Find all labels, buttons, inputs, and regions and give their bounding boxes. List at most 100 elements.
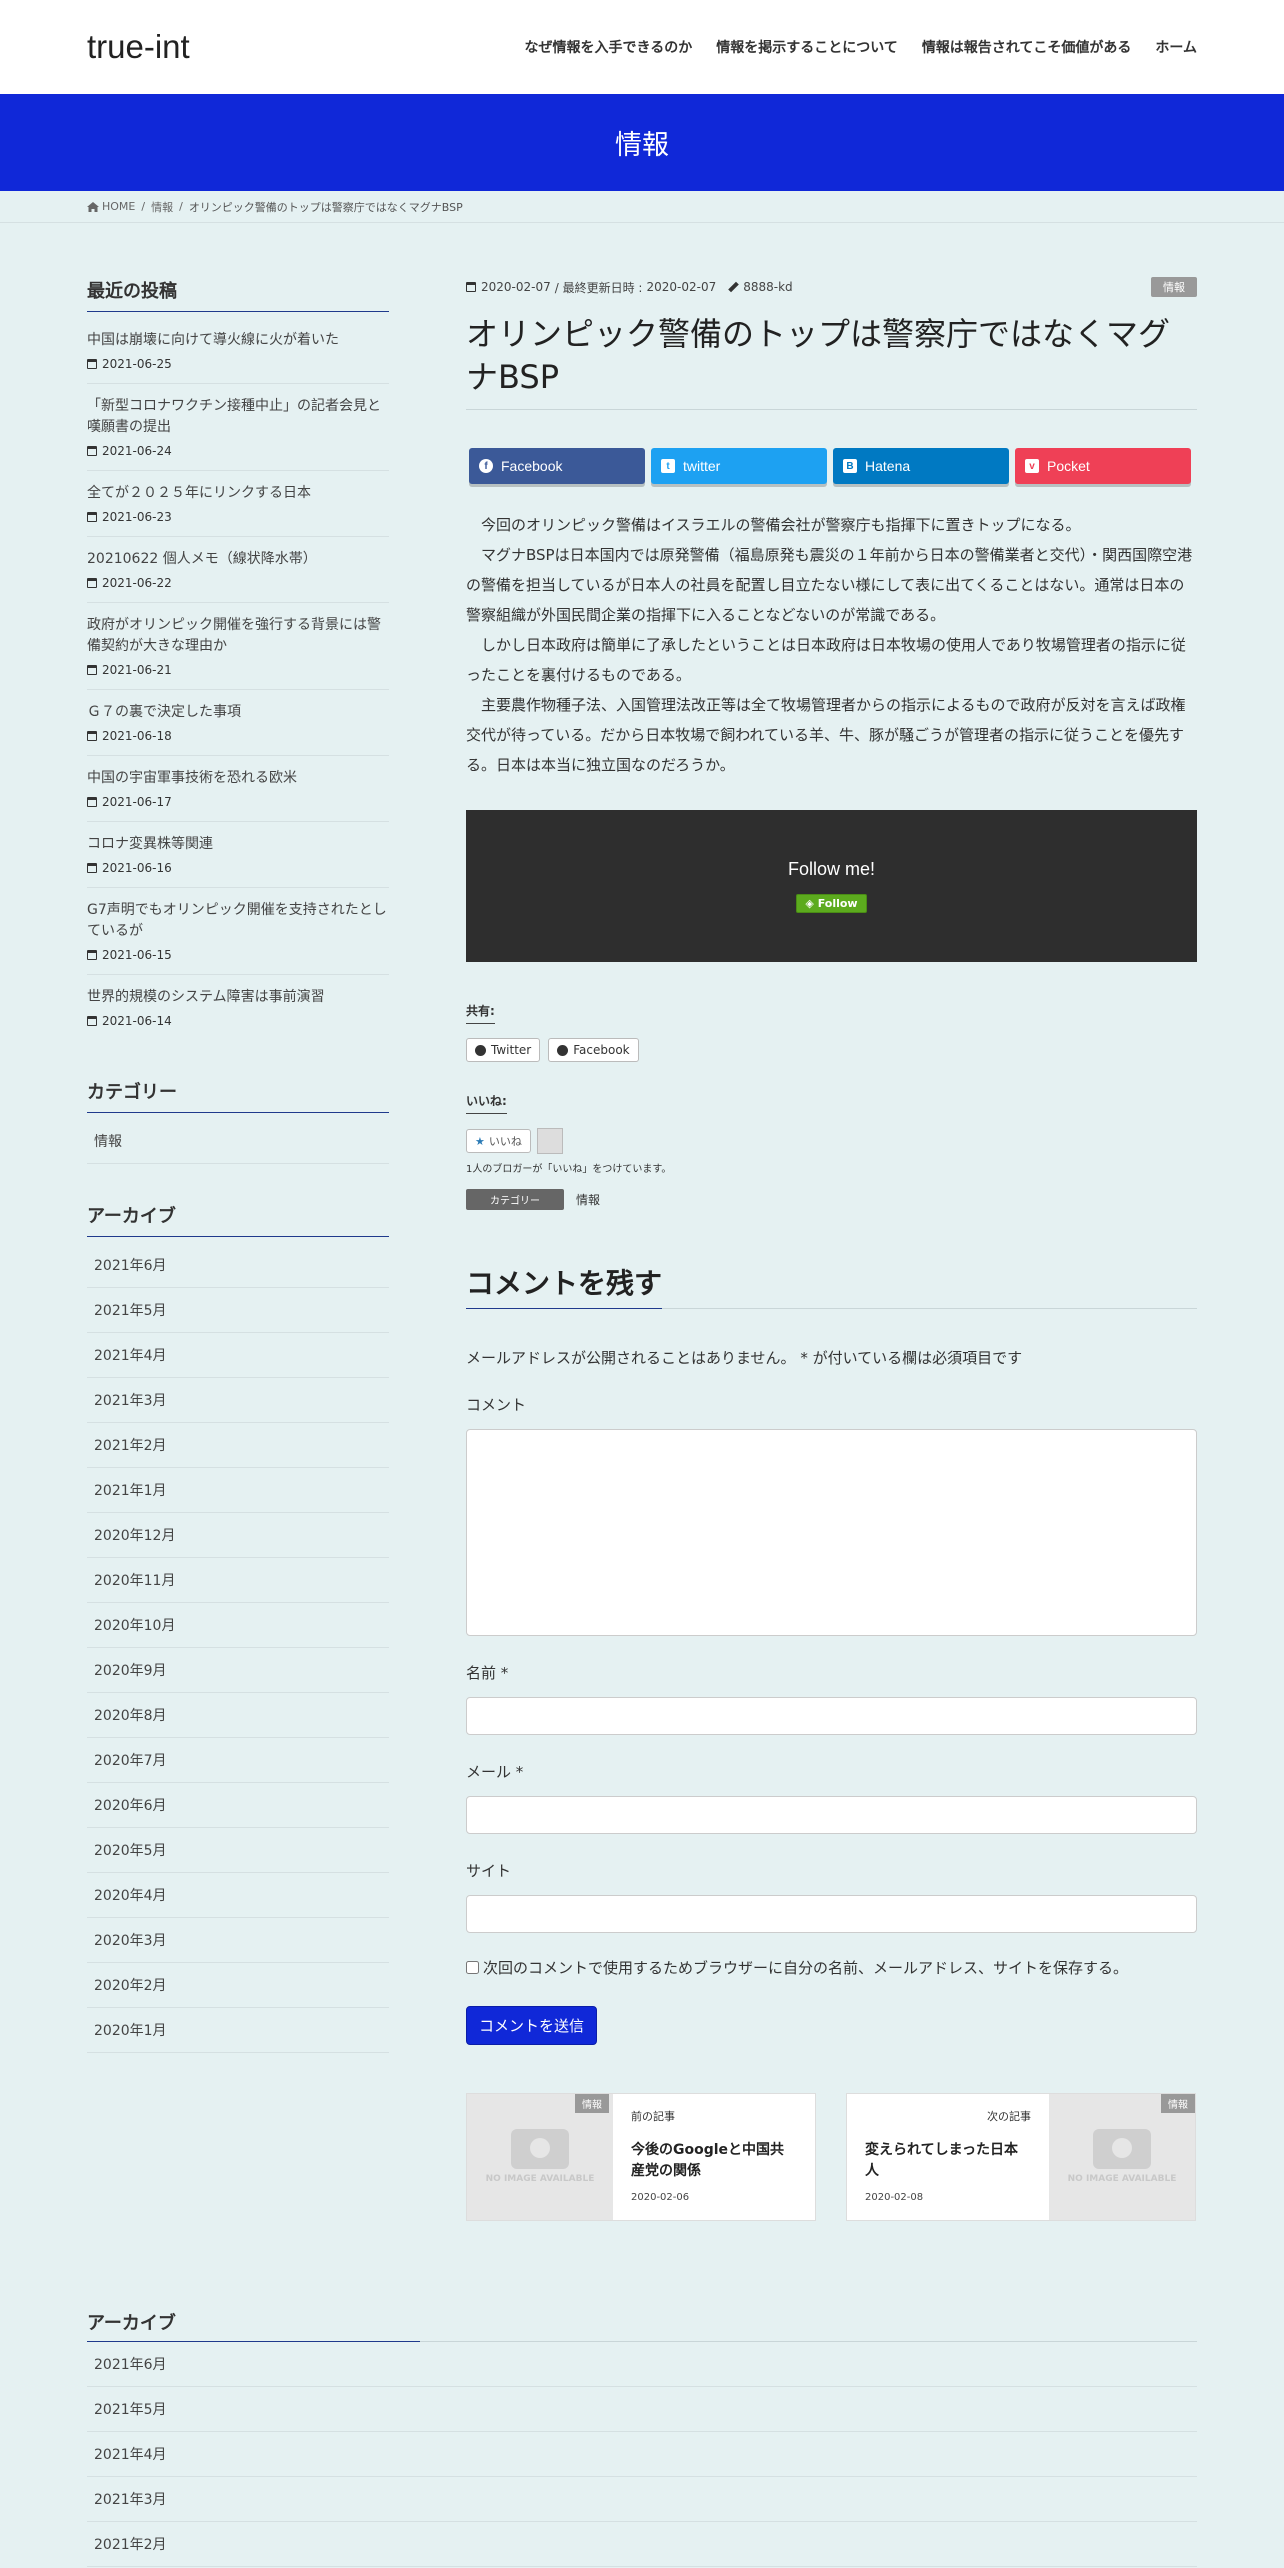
share-heading: 共有:: [466, 1002, 495, 1025]
calendar-icon: [87, 512, 97, 522]
site-logo[interactable]: true-int: [87, 28, 190, 66]
next-post-card[interactable]: 次の記事 変えられてしまった日本人 2020-02-08 NO IMAGE AV…: [846, 2093, 1196, 2222]
share-pocket-button[interactable]: v Pocket: [1015, 448, 1191, 485]
archive-link[interactable]: 2020年10月: [87, 1603, 389, 1648]
category-row-link[interactable]: 情報: [576, 1191, 600, 1208]
archive-link[interactable]: 2021年5月: [87, 1288, 389, 1333]
recent-post-link[interactable]: G7声明でもオリンピック開催を支持されたとしているが: [87, 902, 387, 939]
categories-title: カテゴリー: [87, 1078, 389, 1113]
categories-widget: カテゴリー 情報: [87, 1078, 389, 1164]
date-text: 2021-06-21: [102, 663, 172, 677]
avatar[interactable]: [536, 1128, 563, 1155]
archive-link[interactable]: 2021年6月: [87, 1243, 389, 1288]
date-text: 2021-06-14: [102, 1014, 172, 1028]
twitter-icon: t: [661, 459, 675, 474]
breadcrumb-category[interactable]: 情報: [151, 199, 173, 215]
nav-item-value[interactable]: 情報は報告されてこそ価値がある: [922, 37, 1132, 57]
body-paragraph: 今回のオリンピック警備はイスラエルの警備会社が警察庁も指揮下に置きトップになる。: [481, 516, 1081, 535]
prev-post-card[interactable]: NO IMAGE AVAILABLE 情報 前の記事 今後のGoogleと中国共…: [466, 2093, 816, 2222]
list-item[interactable]: 全てが２０２５年にリンクする日本 2021-06-23: [87, 471, 389, 537]
recent-post-link[interactable]: 中国の宇宙軍事技術を恐れる欧米: [87, 770, 297, 786]
archive-link[interactable]: 2020年11月: [87, 1558, 389, 1603]
archive-link[interactable]: 2020年8月: [87, 1693, 389, 1738]
like-note: 1人のブロガーが「いいね」をつけています。: [466, 1164, 672, 1176]
name-input[interactable]: [466, 1697, 1197, 1736]
comment-textarea[interactable]: [466, 1429, 1197, 1637]
archive-link[interactable]: 2021年3月: [87, 1378, 389, 1423]
list-item[interactable]: 20210622 個人メモ（線状降水帯） 2021-06-22: [87, 537, 389, 603]
list-item[interactable]: 中国の宇宙軍事技術を恐れる欧米 2021-06-17: [87, 756, 389, 822]
footer-archive-link[interactable]: 2021年6月: [87, 2342, 1197, 2388]
follow-button[interactable]: ◈ Follow: [796, 894, 867, 914]
archive-link[interactable]: 2020年1月: [87, 2008, 389, 2053]
sharedaddy-facebook-button[interactable]: Facebook: [548, 1038, 639, 1063]
archive-link[interactable]: 2020年3月: [87, 1918, 389, 1963]
list-item[interactable]: 「新型コロナワクチン接種中止」の記者会見と嘆願書の提出 2021-06-24: [87, 384, 389, 471]
share-hatena-button[interactable]: B Hatena: [833, 448, 1009, 485]
footer-archive-link[interactable]: 2021年2月: [87, 2522, 1197, 2568]
recent-post-link[interactable]: 中国は崩壊に向けて導火線に火が着いた: [87, 332, 339, 348]
list-item[interactable]: Ｇ７の裏で決定した事項 2021-06-18: [87, 690, 389, 756]
main-content: 2020-02-07 / 最終更新日時 : 2020-02-07 8888-kd…: [466, 277, 1197, 2222]
author-name[interactable]: 8888-kd: [743, 280, 792, 294]
footer-archive-link[interactable]: 2021年5月: [87, 2387, 1197, 2433]
global-nav: なぜ情報を入手できるのか 情報を掲示することについて 情報は報告されてこそ価値が…: [500, 37, 1197, 57]
calendar-icon: [87, 863, 97, 873]
site-header: true-int なぜ情報を入手できるのか 情報を掲示することについて 情報は報…: [0, 0, 1284, 94]
cookie-consent-checkbox[interactable]: [466, 1961, 479, 1975]
nav-item-why[interactable]: なぜ情報を入手できるのか: [524, 37, 692, 57]
archive-link[interactable]: 2020年12月: [87, 1513, 389, 1558]
footer-archive-link[interactable]: 2021年3月: [87, 2477, 1197, 2523]
recent-post-date: 2021-06-24: [87, 444, 389, 458]
date-text: 2021-06-17: [102, 795, 172, 809]
recent-post-link[interactable]: 「新型コロナワクチン接種中止」の記者会見と嘆願書の提出: [87, 398, 381, 435]
date-text: 2021-06-16: [102, 861, 172, 875]
category-link[interactable]: 情報: [87, 1119, 389, 1164]
share-facebook-button[interactable]: f Facebook: [469, 448, 645, 485]
entry-meta-left: 2020-02-07 / 最終更新日時 : 2020-02-07 8888-kd: [466, 279, 793, 296]
share-twitter-button[interactable]: t twitter: [651, 448, 827, 485]
breadcrumb-home[interactable]: HOME: [102, 200, 135, 213]
no-image-text: NO IMAGE AVAILABLE: [485, 2174, 595, 2185]
recent-post-link[interactable]: 政府がオリンピック開催を強行する背景には警備契約が大きな理由か: [87, 617, 381, 654]
archive-link[interactable]: 2020年2月: [87, 1963, 389, 2008]
comment-label: コメント: [466, 1396, 527, 1415]
list-item[interactable]: 政府がオリンピック開催を強行する背景には警備契約が大きな理由か 2021-06-2…: [87, 603, 389, 690]
content-container: 最近の投稿 中国は崩壊に向けて導火線に火が着いた 2021-06-25 「新型コロ…: [0, 277, 1284, 2222]
archive-link[interactable]: 2021年4月: [87, 1333, 389, 1378]
email-input[interactable]: [466, 1796, 1197, 1835]
like-button[interactable]: ★ いいね: [466, 1129, 531, 1154]
date-text: 2021-06-22: [102, 576, 172, 590]
archive-link[interactable]: 2020年6月: [87, 1783, 389, 1828]
archive-link[interactable]: 2021年2月: [87, 1423, 389, 1468]
list-item[interactable]: G7声明でもオリンピック開催を支持されたとしているが 2021-06-15: [87, 888, 389, 975]
recent-post-link[interactable]: Ｇ７の裏で決定した事項: [87, 704, 241, 720]
sharedaddy-twitter-button[interactable]: Twitter: [466, 1038, 541, 1063]
date-text: 2021-06-24: [102, 444, 172, 458]
body-paragraph: マグナBSPは日本国内では原発警備（福島原発も震災の１年前から日本の警備業者と交…: [466, 546, 1193, 625]
share-twitter-label: twitter: [683, 458, 721, 475]
list-item[interactable]: 世界的規模のシステム障害は事前演習 2021-06-14: [87, 975, 389, 1040]
archive-link[interactable]: 2020年9月: [87, 1648, 389, 1693]
list-item[interactable]: 中国は崩壊に向けて導火線に火が着いた 2021-06-25: [87, 318, 389, 384]
footer-archive-link[interactable]: 2021年4月: [87, 2432, 1197, 2478]
archive-link[interactable]: 2020年4月: [87, 1873, 389, 1918]
category-badge[interactable]: 情報: [1151, 277, 1197, 297]
recent-post-link[interactable]: 全てが２０２５年にリンクする日本: [87, 485, 311, 501]
nav-item-home[interactable]: ホーム: [1155, 37, 1197, 57]
updated-label: / 最終更新日時 :: [554, 280, 643, 295]
next-post-title: 変えられてしまった日本人: [865, 2142, 1019, 2180]
site-input[interactable]: [466, 1895, 1197, 1934]
nav-item-posting[interactable]: 情報を掲示することについて: [716, 37, 898, 57]
recent-post-link[interactable]: 20210622 個人メモ（線状降水帯）: [87, 551, 317, 567]
archive-link[interactable]: 2020年7月: [87, 1738, 389, 1783]
body-paragraph: しかし日本政府は簡単に了承したということは日本政府は日本牧場の使用人であり牧場管…: [466, 636, 1186, 685]
recent-post-link[interactable]: コロナ変異株等関連: [87, 836, 213, 852]
footer-archive-widget: アーカイブ 2021年6月 2021年5月 2021年4月 2021年3月 20…: [0, 2309, 1284, 2568]
category-row: カテゴリー 情報: [466, 1189, 1197, 1211]
list-item[interactable]: コロナ変異株等関連 2021-06-16: [87, 822, 389, 888]
recent-post-link[interactable]: 世界的規模のシステム障害は事前演習: [87, 989, 325, 1005]
archive-link[interactable]: 2021年1月: [87, 1468, 389, 1513]
submit-comment-button[interactable]: コメントを送信: [466, 2006, 598, 2046]
archive-link[interactable]: 2020年5月: [87, 1828, 389, 1873]
